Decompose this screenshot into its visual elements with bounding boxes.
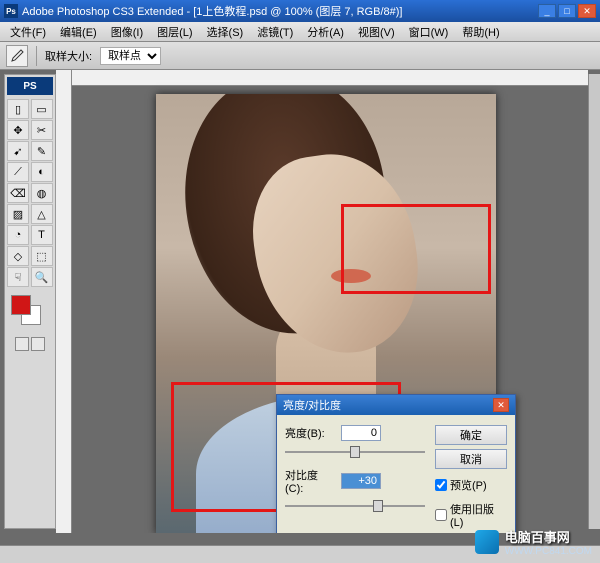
annotation-box-eyes [341,204,491,294]
sample-size-label: 取样大小: [45,48,92,64]
dialog-close-icon[interactable]: ✕ [493,398,509,412]
crop-tool[interactable]: ✂ [31,120,53,140]
brightness-input[interactable] [341,425,381,441]
vertical-ruler [56,70,72,533]
canvas-area: 亮度/对比度 ✕ 亮度(B): 对比度(C): [56,70,588,533]
title-bar: Ps Adobe Photoshop CS3 Extended - [1上色教程… [0,0,600,22]
separator [36,46,37,66]
toolbox: PS ▯ ▭ ✥ ✂ ➹ ✎ ⟋ ◐ ⌫ ◍ ▨ △ ◔ T ◇ ⬚ ☟ 🔍 [4,74,56,529]
clone-tool[interactable]: ◐ [31,162,53,182]
menu-bar: 文件(F) 编辑(E) 图像(I) 图层(L) 选择(S) 滤镜(T) 分析(A… [0,22,600,42]
color-swatches [7,295,53,331]
ok-button[interactable]: 确定 [435,425,507,445]
legacy-checkbox[interactable] [435,509,447,521]
menu-layer[interactable]: 图层(L) [151,22,198,42]
text-tool[interactable]: T [31,225,53,245]
contrast-row: 对比度(C): [285,467,427,495]
right-panel-strip[interactable] [588,74,600,529]
brightness-slider-thumb[interactable] [350,446,360,458]
brush-tool[interactable]: ✎ [31,141,53,161]
standard-mode-icon[interactable] [15,337,29,351]
healing-tool[interactable]: ⟋ [7,162,29,182]
menu-file[interactable]: 文件(F) [4,22,52,42]
blur-tool[interactable]: ▨ [7,204,29,224]
cancel-button[interactable]: 取消 [435,449,507,469]
contrast-label: 对比度(C): [285,467,335,495]
gradient-tool[interactable]: ◍ [31,183,53,203]
menu-select[interactable]: 选择(S) [201,22,250,42]
horizontal-ruler [72,70,588,86]
tool-grid: ▯ ▭ ✥ ✂ ➹ ✎ ⟋ ◐ ⌫ ◍ ▨ △ ◔ T ◇ ⬚ ☟ 🔍 [7,99,53,287]
options-bar: 取样大小: 取样点 [0,42,600,70]
zoom-tool[interactable]: 🔍 [31,267,53,287]
brightness-contrast-dialog: 亮度/对比度 ✕ 亮度(B): 对比度(C): [276,394,516,533]
marquee-tool[interactable]: ▭ [31,99,53,119]
window-title: Adobe Photoshop CS3 Extended - [1上色教程.ps… [22,3,534,19]
dialog-body: 亮度(B): 对比度(C): [277,415,515,533]
lasso-tool[interactable]: ✥ [7,120,29,140]
preview-label: 预览(P) [450,477,487,493]
contrast-input[interactable] [341,473,381,489]
dialog-buttons: 确定 取消 预览(P) 使用旧版(L) [435,425,507,529]
quick-mask-row [7,337,53,351]
menu-edit[interactable]: 编辑(E) [54,22,103,42]
dialog-title-text: 亮度/对比度 [283,397,341,413]
brightness-label: 亮度(B): [285,425,335,441]
move-tool[interactable]: ▯ [7,99,29,119]
menu-help[interactable]: 帮助(H) [456,22,505,42]
contrast-slider[interactable] [285,499,425,513]
eraser-tool[interactable]: ⌫ [7,183,29,203]
watermark: 电脑百事网 WWW.PC841.COM [475,527,592,557]
dodge-tool[interactable]: △ [31,204,53,224]
preview-checkbox-row[interactable]: 预览(P) [435,477,507,493]
preview-checkbox[interactable] [435,479,447,491]
dialog-controls: 亮度(B): 对比度(C): [285,425,427,529]
eyedropper-icon[interactable] [6,45,28,67]
brightness-slider[interactable] [285,445,425,459]
workspace: PS ▯ ▭ ✥ ✂ ➹ ✎ ⟋ ◐ ⌫ ◍ ▨ △ ◔ T ◇ ⬚ ☟ 🔍 [0,70,600,533]
sample-size-select[interactable]: 取样点 [100,47,161,65]
document-canvas[interactable]: 亮度/对比度 ✕ 亮度(B): 对比度(C): [156,94,496,533]
hand-tool[interactable]: ☟ [7,267,29,287]
path-tool[interactable]: ◇ [7,246,29,266]
legacy-checkbox-row[interactable]: 使用旧版(L) [435,501,507,529]
menu-filter[interactable]: 滤镜(T) [251,22,299,42]
close-button[interactable]: ✕ [578,4,596,18]
minimize-button[interactable]: _ [538,4,556,18]
menu-view[interactable]: 视图(V) [352,22,401,42]
menu-analysis[interactable]: 分析(A) [301,22,350,42]
watermark-logo-icon [475,530,499,554]
contrast-slider-thumb[interactable] [373,500,383,512]
legacy-label: 使用旧版(L) [450,501,507,529]
window-buttons: _ □ ✕ [538,4,596,18]
brightness-row: 亮度(B): [285,425,427,441]
maximize-button[interactable]: □ [558,4,576,18]
quick-mask-icon[interactable] [31,337,45,351]
menu-image[interactable]: 图像(I) [105,22,149,42]
ps-badge-icon: PS [7,77,53,95]
pen-tool[interactable]: ◔ [7,225,29,245]
foreground-color-swatch[interactable] [11,295,31,315]
watermark-text: 电脑百事网 [505,527,592,546]
eyedropper-tool[interactable]: ➹ [7,141,29,161]
app-icon: Ps [4,4,18,18]
menu-window[interactable]: 窗口(W) [403,22,455,42]
watermark-url: WWW.PC841.COM [505,546,592,557]
slider-track [285,505,425,507]
dialog-titlebar[interactable]: 亮度/对比度 ✕ [277,395,515,415]
shape-tool[interactable]: ⬚ [31,246,53,266]
